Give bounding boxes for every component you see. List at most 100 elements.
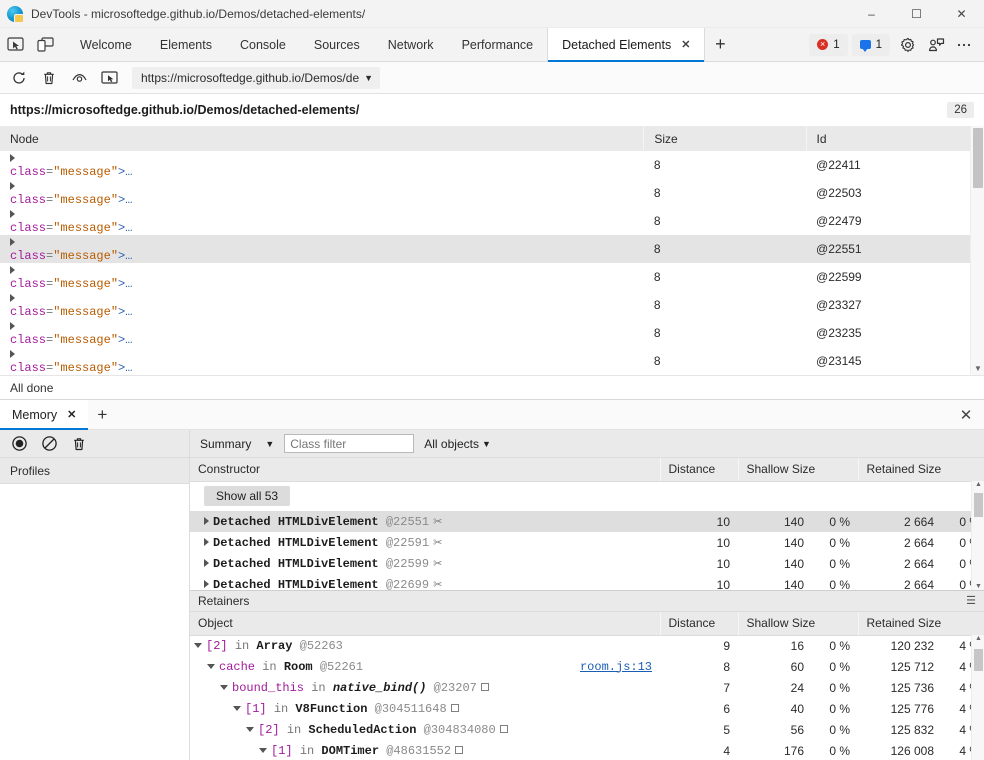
node-cell[interactable]: class="message">…	[0, 347, 644, 375]
scroll-up-arrow-icon[interactable]: ▲	[972, 635, 984, 642]
detached-scrollbar-thumb[interactable]	[973, 128, 983, 188]
object-scope-dropdown[interactable]: All objects ▼	[422, 435, 493, 453]
screencast-icon[interactable]	[94, 70, 124, 85]
minimize-button[interactable]: –	[849, 0, 894, 28]
chevron-down-icon[interactable]: ▼	[364, 73, 373, 83]
expand-triangle-icon[interactable]	[10, 266, 15, 274]
error-count-badge[interactable]: 1	[809, 34, 847, 56]
source-link[interactable]: room.js:13	[580, 660, 652, 674]
object-cell[interactable]: [2] in Array @52263	[190, 635, 660, 656]
feedback-icon[interactable]	[922, 32, 950, 58]
table-row[interactable]: class="message">…8@23327	[0, 291, 984, 319]
table-row[interactable]: Detached HTMLDivElement @22591✂101400 %2…	[190, 532, 984, 553]
node-cell[interactable]: class="message">…	[0, 319, 644, 347]
detached-scrollbar[interactable]: ▼	[970, 126, 984, 375]
retainers-scrollbar[interactable]: ▲ ▼	[971, 635, 984, 760]
node-cell[interactable]: class="message">…	[0, 235, 644, 263]
device-emulation-icon[interactable]	[30, 28, 60, 61]
node-cell[interactable]: class="message">…	[0, 179, 644, 207]
expand-triangle-icon[interactable]	[10, 322, 15, 330]
table-row[interactable]: bound_this in native_bind() @232077240 %…	[190, 677, 984, 698]
expand-triangle-icon[interactable]	[10, 154, 15, 162]
scissors-icon[interactable]: ✂	[433, 559, 442, 571]
column-header-shallow-size[interactable]: Shallow Size	[738, 612, 858, 635]
more-options-icon[interactable]	[950, 32, 978, 58]
maximize-button[interactable]: ☐	[894, 0, 939, 28]
table-row[interactable]: class="message">…8@22599	[0, 263, 984, 291]
column-header-id[interactable]: Id	[806, 126, 983, 151]
collapse-triangle-icon[interactable]	[194, 643, 202, 648]
collapse-triangle-icon[interactable]	[246, 727, 254, 732]
close-window-button[interactable]: ✕	[939, 0, 984, 28]
close-drawer-button[interactable]: ✕	[948, 400, 984, 429]
tab-performance[interactable]: Performance	[448, 28, 548, 61]
column-header-distance[interactable]: Distance	[660, 612, 738, 635]
collapse-triangle-icon[interactable]	[259, 748, 267, 753]
tab-elements[interactable]: Elements	[146, 28, 226, 61]
record-icon[interactable]	[6, 433, 32, 455]
expand-triangle-icon[interactable]	[204, 580, 209, 588]
table-row[interactable]: class="message">…8@22411	[0, 151, 984, 179]
scissors-icon[interactable]: ✂	[433, 538, 442, 550]
expand-triangle-icon[interactable]	[204, 517, 209, 525]
constructor-cell[interactable]: Detached HTMLDivElement @22599✂	[190, 553, 660, 574]
expand-triangle-icon[interactable]	[204, 538, 209, 546]
view-mode-dropdown[interactable]: Summary ▼	[198, 435, 276, 453]
expand-triangle-icon[interactable]	[10, 238, 15, 246]
collapse-triangle-icon[interactable]	[207, 664, 215, 669]
table-row[interactable]: class="message">…8@23145	[0, 347, 984, 375]
expand-triangle-icon[interactable]	[10, 182, 15, 190]
object-cell[interactable]: bound_this in native_bind() @23207	[190, 677, 660, 698]
tab-welcome[interactable]: Welcome	[66, 28, 146, 61]
retainers-scrollbar-thumb[interactable]	[974, 649, 983, 671]
column-header-node[interactable]: Node	[0, 126, 644, 151]
tab-network[interactable]: Network	[374, 28, 448, 61]
visibility-eye-icon[interactable]	[64, 71, 94, 85]
tab-sources[interactable]: Sources	[300, 28, 374, 61]
table-row[interactable]: Detached HTMLDivElement @22551✂101400 %2…	[190, 511, 984, 532]
table-row[interactable]: class="message">…8@23235	[0, 319, 984, 347]
column-header-retained-size[interactable]: Retained Size	[858, 612, 984, 635]
object-cell[interactable]: [1] in DOMTimer @48631552	[190, 740, 660, 760]
scroll-down-arrow-icon[interactable]: ▼	[972, 583, 984, 590]
expand-triangle-icon[interactable]	[10, 210, 15, 218]
node-cell[interactable]: class="message">…	[0, 291, 644, 319]
tab-console[interactable]: Console	[226, 28, 300, 61]
drawer-tab-memory[interactable]: Memory ✕	[0, 400, 88, 429]
table-row[interactable]: [2] in Array @522639160 %120 2324 %	[190, 635, 984, 656]
constructor-cell[interactable]: Detached HTMLDivElement @22591✂	[190, 532, 660, 553]
table-row[interactable]: class="message">…8@22551	[0, 235, 984, 263]
expand-triangle-icon[interactable]	[204, 559, 209, 567]
object-cell[interactable]: cache in Room @52261room.js:13	[190, 656, 660, 677]
column-header-retained-size[interactable]: Retained Size	[858, 458, 984, 481]
collapse-triangle-icon[interactable]	[220, 685, 228, 690]
node-cell[interactable]: class="message">…	[0, 151, 644, 179]
scissors-icon[interactable]: ✂	[433, 580, 442, 591]
settings-gear-icon[interactable]	[894, 32, 922, 58]
column-header-constructor[interactable]: Constructor	[190, 458, 660, 481]
tab-detached-elements[interactable]: Detached Elements ✕	[547, 28, 705, 61]
scissors-icon[interactable]: ✂	[433, 517, 442, 529]
expand-triangle-icon[interactable]	[10, 294, 15, 302]
scroll-down-arrow-icon[interactable]: ▼	[971, 364, 984, 373]
table-row[interactable]: Detached HTMLDivElement @22599✂101400 %2…	[190, 553, 984, 574]
collapse-triangle-icon[interactable]	[233, 706, 241, 711]
column-header-object[interactable]: Object	[190, 612, 660, 635]
constructor-scrollbar[interactable]: ▲ ▼	[971, 481, 984, 590]
node-cell[interactable]: class="message">…	[0, 263, 644, 291]
retainers-menu-icon[interactable]: ☰	[966, 596, 976, 607]
table-row[interactable]: [2] in ScheduledAction @3048340805560 %1…	[190, 719, 984, 740]
clear-trash-icon[interactable]	[34, 70, 64, 86]
table-row[interactable]: cache in Room @52261room.js:138600 %125 …	[190, 656, 984, 677]
constructor-cell[interactable]: Detached HTMLDivElement @22699✂	[190, 574, 660, 590]
delete-profile-trash-icon[interactable]	[66, 433, 92, 455]
close-tab-icon[interactable]: ✕	[681, 38, 690, 51]
new-tab-button[interactable]: +	[705, 28, 735, 61]
expand-triangle-icon[interactable]	[10, 350, 15, 358]
clear-profile-icon[interactable]	[36, 433, 62, 455]
column-header-shallow-size[interactable]: Shallow Size	[738, 458, 858, 481]
constructor-cell[interactable]: Detached HTMLDivElement @22551✂	[190, 511, 660, 532]
object-cell[interactable]: [2] in ScheduledAction @304834080	[190, 719, 660, 740]
constructor-scrollbar-thumb[interactable]	[974, 493, 983, 517]
table-row[interactable]: [1] in V8Function @3045116486400 %125 77…	[190, 698, 984, 719]
